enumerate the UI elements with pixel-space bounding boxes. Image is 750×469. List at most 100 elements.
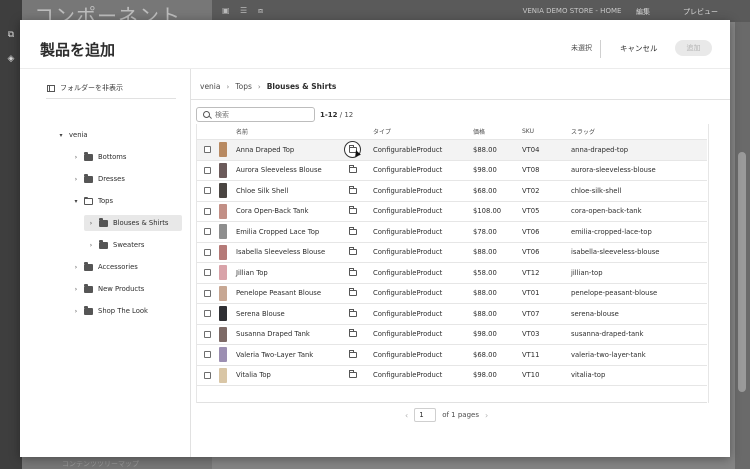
search-input[interactable] [215,110,305,119]
preview-button[interactable]: プレビュー [683,7,718,17]
folder-icon[interactable] [349,308,357,317]
product-slug: jillian-top [571,268,603,277]
row-checkbox[interactable] [204,146,211,154]
tree-item[interactable]: › Blouses & Shirts [84,215,182,231]
table-row[interactable]: Emilia Cropped Lace Top ConfigurableProdu… [197,222,707,243]
chevron-right-icon[interactable]: › [88,220,94,227]
product-sku: VT02 [522,186,540,195]
folder-icon[interactable] [349,226,357,235]
properties-icon[interactable]: ☰ [240,6,250,16]
chevron-right-icon[interactable]: › [73,176,79,183]
table-row[interactable]: Vitalia Top ConfigurableProduct $98.00 VT10… [197,366,707,386]
row-checkbox[interactable] [204,351,211,359]
table-row[interactable]: Valeria Two-Layer Tank ConfigurableProduc… [197,345,707,366]
row-checkbox[interactable] [204,330,211,338]
copy-icon[interactable]: ⧉ [6,30,16,40]
chevron-right-icon[interactable]: › [73,264,79,271]
row-checkbox[interactable] [204,371,211,379]
page-number-input[interactable] [414,408,437,422]
tree-item-label: Sweaters [113,241,145,249]
sidebar-toggle-icon[interactable]: ▣ [222,6,232,16]
table-row[interactable]: Susanna Draped Tank ConfigurableProduct $9… [197,325,707,345]
product-name: Penelope Peasant Blouse [236,289,322,298]
product-price: $58.00 [473,268,497,277]
editor-topbar: ▣ ☰ ⧈ VENIA DEMO STORE - HOME 編集 プレビュー [212,0,750,22]
column-header-type[interactable]: タイプ [373,127,473,136]
folder-icon[interactable] [349,247,357,256]
folder-icon[interactable] [349,206,357,215]
tree-item[interactable]: › Sweaters [88,237,144,253]
folder-icon[interactable] [349,165,357,174]
tree-item[interactable]: › Shop The Look [73,303,148,319]
pagination: ‹ of 1 pages › [405,408,488,422]
column-header-price[interactable]: 価格 [473,127,522,136]
table-row[interactable]: Jillian Top ConfigurableProduct $58.00 VT12… [197,263,707,284]
next-page-icon[interactable]: › [485,411,488,420]
row-checkbox[interactable] [204,269,211,277]
folder-tree-panel: フォルダーを非表示 ▾ venia › Bottoms › Dresses ▾ Tops › Bl… [20,69,191,457]
edit-mode-button[interactable]: 編集 [636,7,650,17]
table-row[interactable]: Penelope Peasant Blouse ConfigurableProdu… [197,284,707,304]
search-field[interactable] [196,107,315,122]
folder-icon[interactable] [349,370,357,379]
product-sku: VT11 [522,350,540,359]
breadcrumb-item[interactable]: venia [200,82,221,91]
add-button[interactable]: 追加 [675,40,712,56]
product-thumbnail [219,367,227,383]
previous-page-icon[interactable]: ‹ [405,411,408,420]
chevron-right-icon: › [257,82,261,91]
breadcrumb-item[interactable]: Tops [235,82,252,91]
result-range: 1-12 [320,111,338,119]
hide-folders-toggle[interactable]: フォルダーを非表示 [47,82,123,94]
product-slug: serena-blouse [571,309,619,318]
folder-icon [84,283,93,293]
open-folder-button[interactable] [344,141,361,159]
chevron-down-icon[interactable]: ▾ [73,198,79,205]
cancel-button[interactable]: キャンセル [616,40,662,57]
chevron-right-icon[interactable]: › [88,242,94,249]
scrollbar-thumb[interactable] [738,152,746,392]
tree-item[interactable]: › Bottoms [73,149,126,165]
emulator-icon[interactable]: ⧈ [258,6,268,16]
table-row[interactable]: Serena Blouse ConfigurableProduct $88.00 VT… [197,304,707,325]
product-type: ConfigurableProduct [373,371,443,380]
chevron-right-icon[interactable]: › [73,154,79,161]
canvas-scrollbar[interactable] [735,22,750,469]
table-row[interactable]: Anna Draped Top ConfigurableProduct $88.00… [197,140,707,161]
folder-icon[interactable] [349,349,357,358]
row-checkbox[interactable] [204,207,211,215]
chevron-right-icon[interactable]: › [73,286,79,293]
tree-item[interactable]: ▾ Tops [73,193,113,209]
table-row[interactable]: Aurora Sleeveless Blouse ConfigurableProd… [197,161,707,181]
product-type: ConfigurableProduct [373,248,443,257]
layers-icon[interactable]: ◈ [6,54,16,64]
selection-status: 未選択 [571,44,592,52]
chevron-right-icon[interactable]: › [73,308,79,315]
tree-item[interactable]: › Dresses [73,171,125,187]
table-row[interactable]: Isabella Sleeveless Blouse ConfigurablePr… [197,243,707,263]
search-icon [203,111,210,118]
product-thumbnail [219,326,227,342]
tree-item[interactable]: › New Products [73,281,144,297]
folder-icon[interactable] [349,267,357,276]
row-checkbox[interactable] [204,289,211,297]
column-header-slug[interactable]: スラッグ [571,127,681,136]
product-price: $98.00 [473,371,497,380]
folder-icon[interactable] [349,288,357,297]
chevron-down-icon[interactable]: ▾ [58,132,64,139]
tree-item[interactable]: › Accessories [73,259,138,275]
row-checkbox[interactable] [204,248,211,256]
column-header-sku[interactable]: SKU [522,128,571,135]
column-header-name[interactable]: 名前 [236,127,349,136]
row-checkbox[interactable] [204,187,211,195]
folder-icon[interactable] [349,185,357,194]
table-row[interactable]: Chloe Silk Shell ConfigurableProduct $68.0… [197,181,707,202]
tree-item[interactable]: ▾ venia [58,127,87,143]
folder-open-icon [84,196,93,205]
product-sku: VT12 [522,268,540,277]
row-checkbox[interactable] [204,310,211,318]
folder-icon[interactable] [349,329,357,338]
row-checkbox[interactable] [204,228,211,236]
table-row[interactable]: Cora Open-Back Tank ConfigurableProduct $1… [197,202,707,222]
row-checkbox[interactable] [204,166,211,174]
